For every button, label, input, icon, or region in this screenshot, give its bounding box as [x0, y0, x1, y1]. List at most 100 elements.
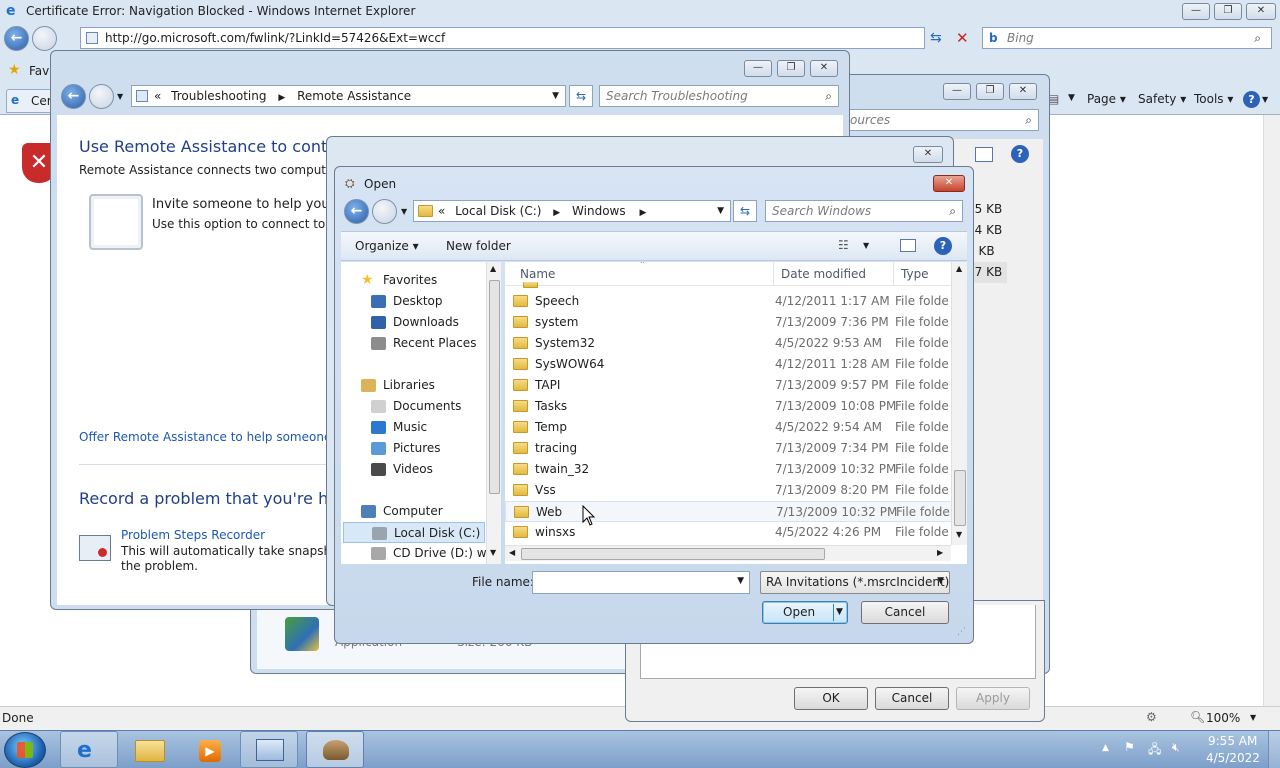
- zoom-dropdown-icon[interactable]: ▼: [1250, 713, 1256, 722]
- ie-right-scrollbar[interactable]: [1263, 115, 1280, 707]
- inactive-dialog-close-button[interactable]: ✕: [913, 146, 943, 163]
- taskbar-explorer[interactable]: [120, 731, 178, 768]
- ra-back-button[interactable]: ←: [61, 84, 86, 109]
- path-local-disk[interactable]: Local Disk (C:): [455, 204, 541, 218]
- cancel-button[interactable]: Cancel: [875, 687, 949, 710]
- zoom-level[interactable]: 100%: [1206, 711, 1240, 725]
- tree-item[interactable]: Documents: [371, 396, 461, 417]
- tree-item[interactable]: Downloads: [371, 312, 459, 333]
- preview-pane-icon[interactable]: [900, 239, 916, 252]
- taskbar-ie[interactable]: e: [60, 731, 118, 768]
- props-help-icon[interactable]: ?: [1011, 145, 1029, 163]
- file-scroll-down-icon[interactable]: ▼: [956, 530, 962, 539]
- open-close-button[interactable]: ✕: [933, 175, 965, 192]
- breadcrumb-separator-icon[interactable]: ▶: [278, 93, 285, 103]
- column-name[interactable]: Name: [520, 267, 555, 281]
- apply-button[interactable]: Apply: [956, 687, 1030, 710]
- tree-item[interactable]: CD Drive (D:) w_8: [371, 543, 500, 564]
- file-row[interactable]: tracing 7/13/2009 7:34 PM File folde: [505, 438, 955, 459]
- open-path-bar[interactable]: « Local Disk (C:) ▶ Windows ▶ ▼: [413, 200, 731, 222]
- file-list-hscrollbar[interactable]: ◀ ▶: [505, 545, 951, 561]
- ra-refresh-button[interactable]: ⇆: [569, 85, 593, 107]
- file-hscroll-thumb[interactable]: [521, 548, 825, 560]
- file-scroll-thumb[interactable]: [954, 470, 966, 526]
- breadcrumb-lead[interactable]: «: [154, 89, 161, 103]
- invite-title[interactable]: Invite someone to help you.: [152, 197, 334, 212]
- open-refresh-button[interactable]: ⇆: [733, 200, 757, 222]
- action-center-flag-icon[interactable]: ⚑: [1124, 740, 1135, 754]
- open-forward-button[interactable]: [372, 199, 397, 224]
- ie-search-box[interactable]: b Bing ⌕: [982, 27, 1272, 49]
- props-maximize-button[interactable]: ❐: [976, 83, 1004, 100]
- tree-item[interactable]: Pictures: [371, 438, 441, 459]
- file-row[interactable]: twain_32 7/13/2009 10:32 PM File folde: [505, 459, 955, 480]
- file-list-vscrollbar[interactable]: ▲ ▼: [951, 262, 967, 545]
- open-cancel-button[interactable]: Cancel: [861, 601, 949, 624]
- file-type-select[interactable]: RA Invitations (*.msrcIncident) ▼: [760, 571, 950, 594]
- network-icon[interactable]: 🖧︎: [1148, 740, 1161, 761]
- breadcrumb-dropdown-icon[interactable]: ▼: [552, 86, 559, 106]
- ok-button[interactable]: OK: [794, 687, 868, 710]
- tree-item[interactable]: Videos: [371, 459, 433, 480]
- tree-item[interactable]: Desktop: [371, 291, 443, 312]
- file-row[interactable]: winsxs 4/5/2022 4:26 PM File folde: [505, 522, 955, 543]
- file-row[interactable]: system 7/13/2009 7:36 PM File folde: [505, 312, 955, 333]
- taskbar-control-panel[interactable]: [240, 731, 298, 768]
- tree-item[interactable]: Local Disk (C:): [343, 522, 485, 543]
- filename-input[interactable]: ▼: [532, 571, 750, 594]
- search-icon[interactable]: ⌕: [1254, 28, 1261, 48]
- props-minimize-button[interactable]: —: [943, 83, 971, 100]
- ie-close-button[interactable]: ✕: [1246, 3, 1276, 20]
- ra-search-box[interactable]: Search Troubleshooting ⌕: [599, 85, 839, 107]
- ie-back-button[interactable]: ←: [4, 26, 29, 51]
- help-dropdown-icon[interactable]: ▼: [1262, 95, 1268, 104]
- props-search-box[interactable]: ources ⌕: [843, 109, 1039, 131]
- file-list[interactable]: ⌃ Name Date modified Type Speech 4/12/201…: [505, 262, 967, 564]
- tree-item[interactable]: Music: [371, 417, 427, 438]
- resize-grip-icon[interactable]: ⋰: [957, 627, 966, 637]
- tools-menu[interactable]: Tools ▾: [1194, 92, 1233, 106]
- tree-item[interactable]: Libraries: [361, 375, 435, 396]
- path-separator-icon[interactable]: ▶: [639, 208, 646, 218]
- ie-address-bar[interactable]: http://go.microsoft.com/fwlink/?LinkId=5…: [80, 27, 925, 49]
- tree-item[interactable]: Computer: [361, 501, 443, 522]
- file-row[interactable]: TAPI 7/13/2009 9:57 PM File folde: [505, 375, 955, 396]
- file-row[interactable]: SysWOW64 4/12/2011 1:28 AM File folde: [505, 354, 955, 375]
- safety-menu[interactable]: Safety ▾: [1138, 92, 1186, 106]
- favorites-star-icon[interactable]: ★: [8, 62, 21, 78]
- props-close-button[interactable]: ✕: [1009, 83, 1037, 100]
- props-search-icon[interactable]: ⌕: [1025, 110, 1032, 130]
- file-row[interactable]: Vss 7/13/2009 8:20 PM File folde: [505, 480, 955, 501]
- path-separator-icon[interactable]: ▶: [553, 208, 560, 218]
- organize-button[interactable]: Organize ▾: [355, 239, 419, 253]
- ra-history-dropdown-icon[interactable]: ▼: [117, 92, 123, 101]
- favorites-label[interactable]: Fav: [29, 64, 49, 78]
- file-row[interactable]: Tasks 7/13/2009 10:08 PM File folde: [505, 396, 955, 417]
- views-icon[interactable]: ☷: [838, 238, 849, 252]
- open-split-dropdown-icon[interactable]: ▼: [836, 602, 843, 623]
- ra-close-button[interactable]: ✕: [810, 60, 838, 77]
- breadcrumb-remote-assistance[interactable]: Remote Assistance: [297, 89, 411, 103]
- breadcrumb-troubleshooting[interactable]: Troubleshooting: [171, 89, 266, 103]
- page-menu[interactable]: Page ▾: [1087, 92, 1126, 106]
- zoom-icon[interactable]: 🔍︎: [1190, 710, 1205, 724]
- file-scroll-left-icon[interactable]: ◀: [509, 548, 515, 557]
- navigation-pane[interactable]: ★ Favorites Desktop Downloads Recent Places L…: [341, 262, 501, 564]
- ie-forward-button[interactable]: [32, 26, 57, 51]
- ie-minimize-button[interactable]: —: [1182, 3, 1210, 20]
- invite-option-icon[interactable]: [89, 194, 143, 250]
- new-folder-button[interactable]: New folder: [446, 239, 511, 253]
- ie-maximize-button[interactable]: ❐: [1214, 3, 1242, 20]
- file-scroll-up-icon[interactable]: ▲: [956, 264, 962, 273]
- ra-search-icon[interactable]: ⌕: [825, 86, 832, 106]
- help-icon[interactable]: ?: [1243, 91, 1260, 108]
- clock-time[interactable]: 9:55 AM: [1208, 734, 1257, 748]
- volume-muted-icon[interactable]: 🔇︎: [1172, 740, 1180, 755]
- tree-scroll-thumb[interactable]: [489, 280, 500, 494]
- refresh-icon[interactable]: ⇆: [930, 30, 942, 46]
- file-type-dropdown-icon[interactable]: ▼: [937, 576, 944, 586]
- protected-mode-icon[interactable]: ⚙: [1146, 710, 1157, 724]
- stop-icon[interactable]: ✕: [956, 29, 969, 47]
- start-button[interactable]: [4, 732, 46, 768]
- ra-minimize-button[interactable]: —: [744, 60, 772, 77]
